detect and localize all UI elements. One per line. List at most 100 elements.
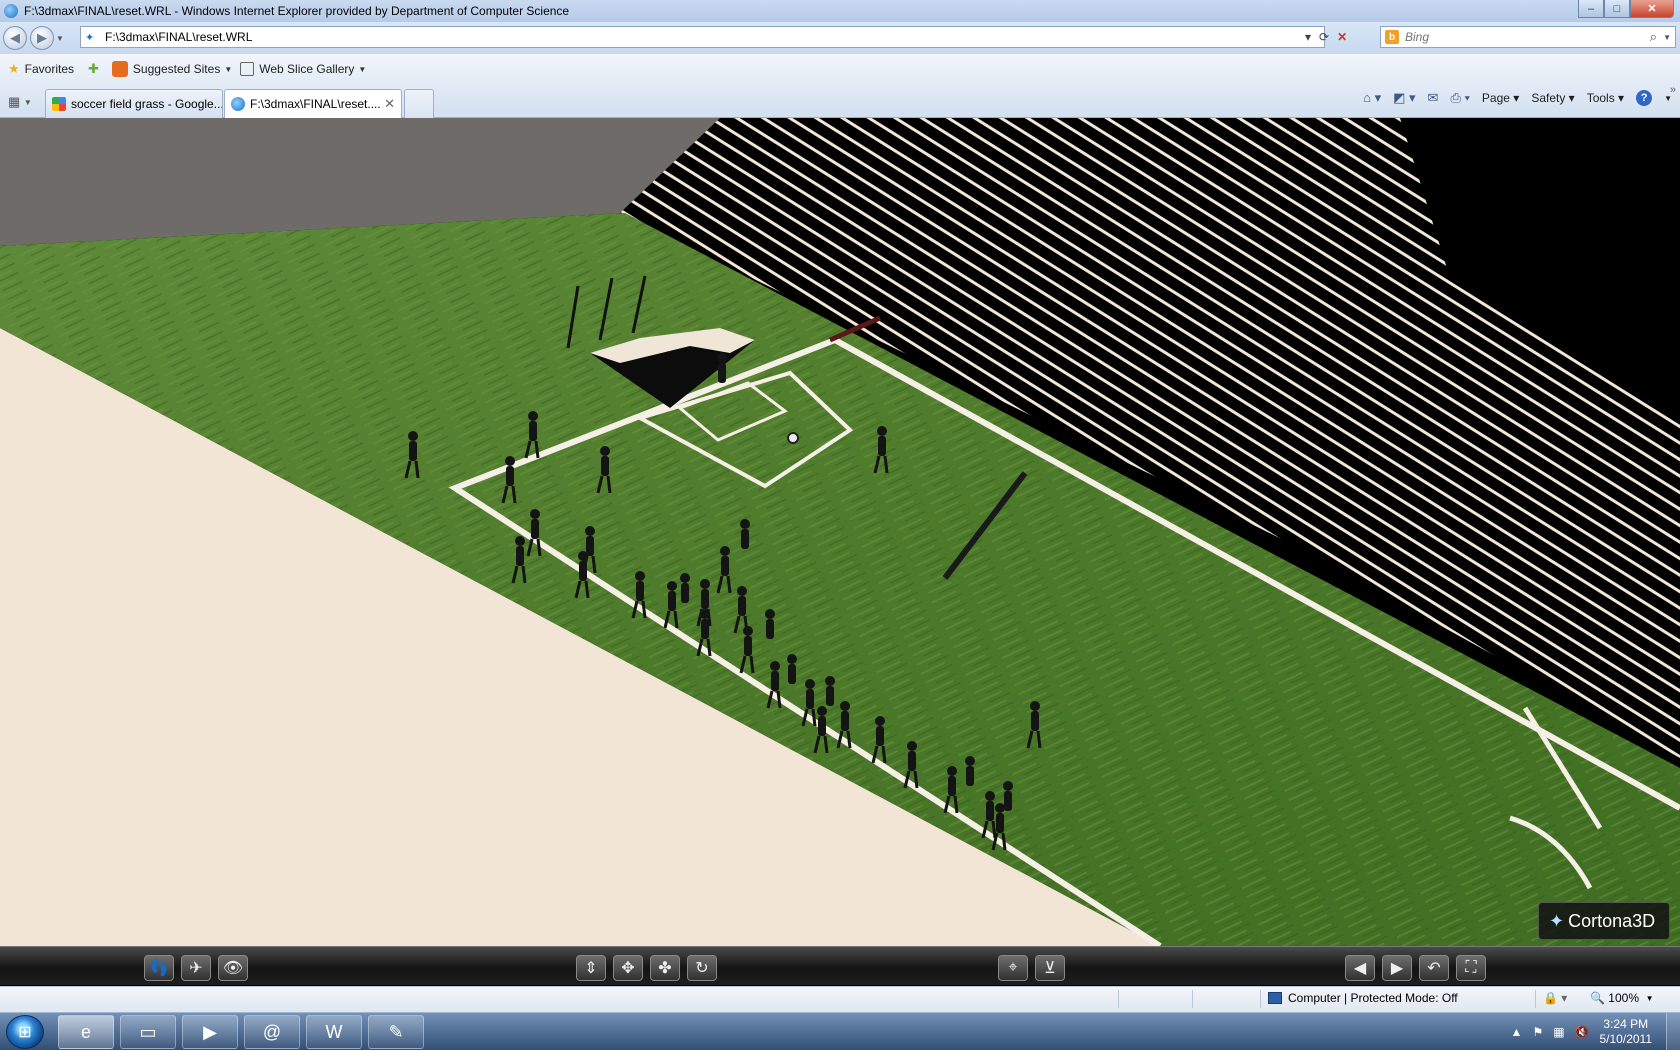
chevron-down-icon: ▼	[224, 64, 233, 74]
home-icon[interactable]: ⌂ ▾	[1363, 90, 1381, 106]
previous-viewpoint-button[interactable]: ◀	[1345, 955, 1375, 981]
close-button[interactable]: ✕	[1630, 0, 1674, 18]
feeds-icon[interactable]: ◩ ▾	[1393, 90, 1415, 106]
restore-icon: ↶	[1427, 960, 1441, 977]
align-button[interactable]: ⊻	[1035, 955, 1065, 981]
plan-button[interactable]: ⇕	[576, 955, 606, 981]
add-to-favorites-bar-button[interactable]: ✚	[88, 61, 104, 77]
next-viewpoint-icon: ▶	[1390, 960, 1404, 977]
favorites-button[interactable]: ★ Favorites	[8, 61, 74, 77]
safety-menu[interactable]: Safety ▾	[1531, 91, 1574, 105]
taskbar-word[interactable]: W	[306, 1015, 362, 1049]
zoom-icon: 🔍	[1590, 991, 1605, 1005]
page-menu[interactable]: Page ▾	[1482, 91, 1519, 105]
more-chevron-icon[interactable]: »	[1670, 84, 1676, 96]
taskbar-swirl-app[interactable]: @	[244, 1015, 300, 1049]
fit-button[interactable]: ⛶	[1456, 955, 1486, 981]
next-viewpoint-button[interactable]: ▶	[1382, 955, 1412, 981]
study-icon: 👁	[222, 960, 244, 977]
computer-zone-icon	[1268, 992, 1282, 1004]
web-slice-icon	[240, 62, 255, 76]
new-tab-button[interactable]	[404, 89, 434, 118]
fly-button[interactable]: ✈	[181, 955, 211, 981]
web-slice-gallery-link[interactable]: Web Slice Gallery ▼	[240, 62, 366, 76]
volume-muted-icon[interactable]: 🔇	[1575, 1025, 1590, 1039]
tab-list-icon[interactable]: ▼	[24, 98, 32, 107]
command-bar: ⌂ ▾ ◩ ▾ ✉ ⎙ ▾ Page ▾ Safety ▾ Tools ▾ ? …	[1363, 90, 1672, 106]
protected-mode-icon[interactable]: 🔒 ▾	[1543, 991, 1567, 1005]
minimize-button[interactable]: –	[1578, 0, 1604, 18]
stop-icon[interactable]: ✕	[1337, 30, 1347, 44]
show-hidden-icons-icon[interactable]: ▲	[1511, 1025, 1523, 1039]
bing-icon: b	[1385, 30, 1399, 44]
search-icon[interactable]: ⌕	[1650, 29, 1657, 45]
tools-menu[interactable]: Tools ▾	[1587, 91, 1624, 105]
cortona-toolbar: 👣 ✈ 👁 ⇕ ✥ ✤ ↻ ⌖ ⊻ ◀ ▶ ↶ ⛶	[0, 946, 1680, 986]
clock-time: 3:24 PM	[1603, 1017, 1649, 1031]
add-favorite-icon: ✚	[88, 61, 99, 76]
quick-tabs-button[interactable]: ▦ ▼	[8, 92, 38, 112]
suggested-sites-icon	[111, 61, 128, 77]
goto-icon: ⌖	[1008, 959, 1018, 976]
address-bar[interactable]: ✦ F:\3dmax\FINAL\reset.WRL	[80, 26, 1325, 48]
walk-button[interactable]: 👣	[144, 955, 174, 981]
turn-icon: ✤	[658, 960, 672, 977]
tab-reset-wrl[interactable]: F:\3dmax\FINAL\reset.... ✕	[224, 89, 402, 118]
refresh-icon[interactable]: ⟳	[1319, 30, 1329, 44]
fly-icon: ✈	[189, 960, 203, 977]
print-icon[interactable]: ⎙ ▾	[1450, 90, 1469, 106]
pan-button[interactable]: ✥	[613, 955, 643, 981]
favorites-bar: ★ Favorites ✚ Suggested Sites ▼ Web Slic…	[0, 54, 1680, 84]
taskbar-explorer[interactable]: ▭	[120, 1015, 176, 1049]
explorer-folder-icon: ▭	[139, 1021, 157, 1042]
cortona-star-icon: ✦	[1549, 910, 1565, 931]
network-icon[interactable]: ▦	[1553, 1025, 1564, 1039]
close-tab-icon[interactable]: ✕	[384, 96, 395, 112]
start-button[interactable]: ⊞	[6, 1015, 44, 1049]
restore-button[interactable]: ↶	[1419, 955, 1449, 981]
address-tools: ▾ ⟳ ✕	[1305, 26, 1347, 48]
tab-google[interactable]: soccer field grass - Google...	[45, 89, 223, 118]
zoom-dropdown-icon: ▼	[1645, 993, 1654, 1003]
previous-viewpoint-icon: ◀	[1353, 960, 1367, 977]
taskbar-media-player[interactable]: ▶	[182, 1015, 238, 1049]
windows-logo-icon: ⊞	[18, 1024, 32, 1041]
taskbar-internet-explorer[interactable]: e	[58, 1015, 114, 1049]
app-swirl-icon: @	[262, 1021, 282, 1042]
system-tray: ▲ ⚑ ▦ 🔇 3:24 PM 5/10/2011	[1511, 1013, 1680, 1050]
search-box[interactable]: b ⌕ ▼	[1380, 26, 1676, 48]
favorites-star-icon: ★	[8, 61, 20, 76]
vrml-viewport[interactable]: ✦ Cortona3D	[0, 118, 1680, 946]
web-slice-gallery-label: Web Slice Gallery	[259, 62, 355, 76]
quick-tabs-icon: ▦	[8, 94, 21, 109]
back-button[interactable]: ◀	[3, 26, 27, 50]
clock[interactable]: 3:24 PM 5/10/2011	[1600, 1017, 1653, 1047]
recent-pages-dropdown[interactable]: ▼	[56, 34, 66, 43]
search-input[interactable]	[1405, 30, 1625, 44]
pan-icon: ✥	[621, 960, 635, 977]
roll-icon: ↻	[695, 960, 709, 977]
forward-button[interactable]: ▶	[30, 26, 54, 50]
show-desktop-button[interactable]	[1666, 1013, 1680, 1050]
suggested-sites-link[interactable]: Suggested Sites ▼	[111, 61, 233, 77]
zoom-control[interactable]: 🔍 100% ▼	[1590, 991, 1654, 1005]
study-button[interactable]: 👁	[218, 955, 248, 981]
maximize-button[interactable]: □	[1604, 0, 1630, 18]
walk-icon: 👣	[149, 960, 169, 977]
address-url[interactable]: F:\3dmax\FINAL\reset.WRL	[105, 30, 252, 44]
fit-icon: ⛶	[1465, 959, 1477, 976]
security-zone[interactable]: Computer | Protected Mode: Off	[1268, 991, 1458, 1005]
mail-icon[interactable]: ✉	[1428, 90, 1439, 106]
help-icon[interactable]: ?	[1636, 90, 1653, 106]
address-dropdown-icon[interactable]: ▾	[1305, 30, 1311, 44]
taskbar-paint[interactable]: ✎	[368, 1015, 424, 1049]
zoom-level: 100%	[1608, 991, 1639, 1005]
roll-button[interactable]: ↻	[687, 955, 717, 981]
goto-button[interactable]: ⌖	[998, 955, 1028, 981]
forward-arrow-icon: ▶	[37, 30, 47, 45]
search-options-icon[interactable]: ▼	[1663, 33, 1671, 42]
plan-icon: ⇕	[584, 960, 598, 977]
action-center-flag-icon[interactable]: ⚑	[1532, 1025, 1543, 1039]
turn-button[interactable]: ✤	[650, 955, 680, 981]
tools-menu-label: Tools	[1586, 91, 1615, 105]
